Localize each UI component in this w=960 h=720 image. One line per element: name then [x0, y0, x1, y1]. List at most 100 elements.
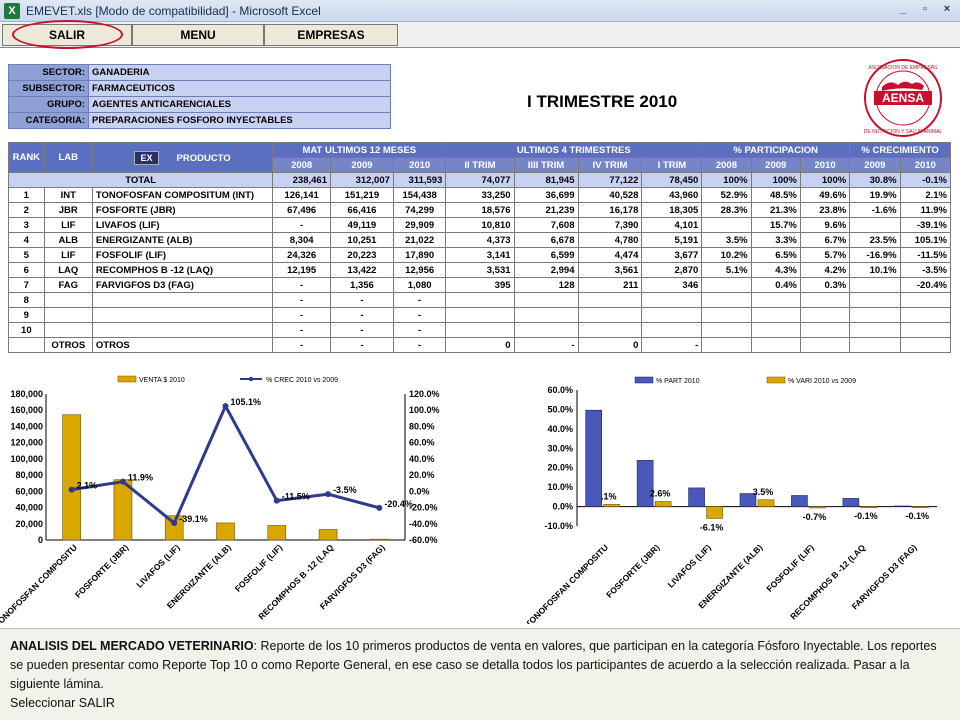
- value-cell: -: [392, 322, 447, 338]
- subsector-label: SUBSECTOR:: [8, 80, 89, 97]
- value-cell: [701, 292, 752, 308]
- crec-point: [119, 478, 126, 485]
- lab-cell: INT: [43, 187, 93, 203]
- value-cell: [849, 307, 901, 323]
- value-cell: 28.3%: [701, 202, 752, 218]
- rank-cell: 9: [8, 307, 45, 323]
- subheader-cell: 2008: [701, 157, 752, 173]
- restore-icon[interactable]: ▫: [917, 3, 933, 15]
- participacion-group-header: % PARTICIPACION: [701, 142, 851, 158]
- salir-button[interactable]: SALIR: [2, 24, 132, 46]
- value-cell: -: [513, 337, 579, 353]
- y-right-tick-label: 100.0%: [409, 405, 440, 415]
- empresas-button[interactable]: EMPRESAS: [264, 24, 398, 46]
- y-right-tick-label: 60.0%: [409, 438, 435, 448]
- category-label: LIVAFOS (LIF): [134, 542, 181, 589]
- category-label: LIVAFOS (LIF): [666, 542, 713, 589]
- value-cell: 12,956: [392, 262, 447, 278]
- value-cell: 10,251: [329, 232, 394, 248]
- vari-bar: [706, 506, 723, 519]
- part-bar: [636, 460, 654, 507]
- y-right-tick-label: -60.0%: [409, 535, 438, 545]
- grupo-label: GRUPO:: [8, 96, 89, 113]
- minimize-icon[interactable]: _: [895, 3, 911, 15]
- lab-cell: LIF: [43, 247, 93, 263]
- vari-data-label: 3.5%: [753, 487, 774, 497]
- subheader-cell: 2010: [899, 157, 952, 173]
- rank-cell: 2: [8, 202, 45, 218]
- producto-cell: OTROS: [91, 337, 274, 353]
- value-cell: [750, 307, 801, 323]
- value-cell: -16.9%: [849, 247, 901, 263]
- value-cell: 0.3%: [799, 277, 851, 293]
- value-cell: [849, 292, 901, 308]
- value-cell: [899, 322, 952, 338]
- lab-cell: FAG: [43, 277, 93, 293]
- crec-data-label: -20.4%: [384, 499, 413, 509]
- value-cell: [445, 292, 515, 308]
- part-bar: [893, 505, 911, 507]
- value-cell: 16,178: [577, 202, 643, 218]
- value-cell: 211: [577, 277, 643, 293]
- producto-cell: LIVAFOS (LIF): [91, 217, 274, 233]
- total-label: TOTAL: [125, 174, 157, 186]
- logo-text: AENSA: [882, 91, 924, 105]
- venta-bar: [318, 529, 338, 541]
- rank-header: RANK: [8, 142, 45, 173]
- y-right-tick-label: 80.0%: [409, 421, 435, 431]
- legend-part-swatch: [634, 376, 654, 384]
- value-cell: -: [392, 292, 447, 308]
- value-cell: -: [272, 322, 331, 338]
- rank-cell: 4: [8, 232, 45, 248]
- value-cell: 3,141: [445, 247, 515, 263]
- lab-header: LAB: [43, 142, 93, 173]
- lab-cell: ALB: [43, 232, 93, 248]
- y-tick-label: 60.0%: [547, 385, 573, 395]
- category-label: FOSFORTE (JBR): [604, 542, 662, 600]
- rank-cell: 7: [8, 277, 45, 293]
- vari-bar: [603, 504, 621, 507]
- crec-data-label: 11.9%: [128, 473, 153, 483]
- categoria-value: PREPARACIONES FOSFORO INYECTABLES: [88, 112, 391, 129]
- subheader-cell: 2010: [392, 157, 447, 173]
- value-cell: 19.9%: [849, 187, 901, 203]
- venta-bar: [62, 414, 81, 541]
- crec-data-label: -11.5%: [282, 492, 310, 502]
- y-left-tick-label: 60,000: [15, 486, 43, 496]
- value-cell: 6.5%: [750, 247, 801, 263]
- value-cell: 3.5%: [701, 232, 752, 248]
- value-cell: 49,119: [329, 217, 394, 233]
- value-cell: 126,141: [272, 187, 331, 203]
- value-cell: 36,699: [513, 187, 579, 203]
- legend-venta-swatch: [117, 375, 137, 383]
- rank-cell: 6: [8, 262, 45, 278]
- total-cell: 311,593: [392, 172, 447, 188]
- producto-cell: ENERGIZANTE (ALB): [91, 232, 274, 248]
- value-cell: [641, 307, 703, 323]
- vari-data-label: -0.1%: [906, 511, 930, 521]
- total-cell: 78,450: [641, 172, 703, 188]
- value-cell: -: [329, 292, 394, 308]
- total-cell: 30.8%: [849, 172, 901, 188]
- value-cell: [849, 217, 901, 233]
- value-cell: 9.6%: [799, 217, 851, 233]
- y-tick-label: 0.0%: [552, 502, 573, 512]
- crec-data-label: 2.1%: [77, 481, 98, 491]
- part-bar: [688, 487, 705, 507]
- value-cell: -: [272, 277, 331, 293]
- logo-ring-bottom: DE NUTRICION Y SALUD ANIMAL: [864, 129, 943, 135]
- menu-button[interactable]: MENU: [132, 24, 264, 46]
- total-cell: 238,461: [272, 172, 331, 188]
- vari-bar: [654, 501, 672, 507]
- y-tick-label: -10.0%: [544, 521, 573, 531]
- close-icon[interactable]: ×: [939, 3, 955, 15]
- value-cell: 15.7%: [750, 217, 801, 233]
- rank-cell: [8, 337, 45, 353]
- value-cell: 128: [513, 277, 579, 293]
- value-cell: 21,239: [513, 202, 579, 218]
- crec-data-label: -39.1%: [179, 514, 208, 524]
- vari-bar: [757, 499, 775, 507]
- crec-data-label: 105.1%: [231, 397, 262, 407]
- ex-button[interactable]: EX: [134, 150, 159, 165]
- value-cell: 0.4%: [750, 277, 801, 293]
